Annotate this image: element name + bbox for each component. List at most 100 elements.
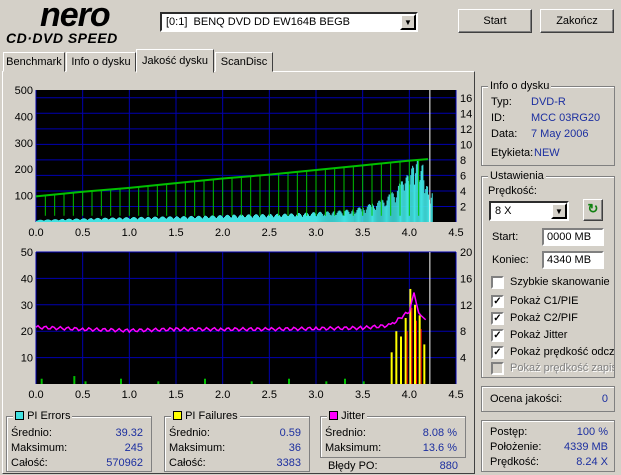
pi-error-bar [80, 219, 81, 222]
pi-error-bar [286, 214, 287, 222]
pi-error-bar [400, 181, 402, 222]
pi-error-bar [63, 219, 64, 222]
quick-scan-checkbox[interactable] [491, 276, 504, 289]
show-read-speed-checkbox[interactable]: ✓ [491, 346, 504, 359]
start-button[interactable]: Start [458, 9, 532, 33]
pi-error-bar [410, 175, 412, 222]
chevron-down-icon[interactable]: ▼ [551, 203, 567, 219]
pi-error-bar [99, 218, 100, 222]
disc-id: MCC 03RG20 [531, 112, 601, 124]
refresh-button[interactable]: ↻ [583, 199, 603, 221]
drive-select[interactable]: [0:1] BENQ DVD DD EW164B BEGB ▼ [160, 12, 418, 32]
pi-error-bar [123, 218, 124, 222]
tab-disc-quality[interactable]: Jakość dysku [136, 49, 214, 73]
pi-error-bar [252, 217, 253, 222]
y-left-tick-label: 100 [15, 191, 33, 203]
pi-error-bar [342, 215, 344, 222]
pi-error-bar [102, 218, 103, 222]
pi-error-bar [323, 214, 325, 222]
pi-error-bar [224, 217, 225, 222]
pi-error-bar [193, 217, 194, 222]
pi-error-bar [58, 220, 59, 222]
pi-error-bar [281, 216, 282, 222]
disc-date: 7 May 2006 [531, 128, 589, 140]
disc-id-label: ID: [491, 112, 506, 124]
progress-group: Postęp: 100 % Położenie: 4339 MB Prędkoś… [481, 420, 615, 472]
pi-error-bar [348, 211, 350, 222]
pi-failure-bar [390, 352, 393, 384]
pi-error-bar [425, 189, 427, 222]
x-tick-label: 2.0 [215, 227, 230, 239]
pi-error-bar [402, 184, 404, 222]
pi-error-bar [219, 215, 220, 222]
pi-error-bar [310, 215, 311, 222]
show-c2-checkbox[interactable]: ✓ [491, 312, 504, 325]
pi-error-bar [305, 212, 306, 222]
pi-error-bar [43, 220, 44, 222]
disc-info-title: Info o dysku [488, 80, 552, 92]
pi-failure-bar-peak [420, 329, 422, 384]
pi-errors-max: 245 [124, 442, 143, 454]
pi-error-bar [245, 217, 246, 222]
y-right-tick-label: 4 [460, 353, 466, 365]
settings-group: Ustawienia Prędkość: 8 X ▼ ↻ Start: 0000… [481, 170, 615, 378]
pi-error-bar [190, 216, 191, 222]
pi-error-bar [132, 217, 133, 222]
pi-error-bar [334, 214, 336, 222]
pi-error-bar [313, 212, 314, 222]
pi-error-bar [77, 218, 78, 222]
pi-error-bar [53, 219, 54, 222]
pi-error-bar [183, 216, 184, 222]
pi-error-bar [107, 218, 108, 222]
pi-error-bar [98, 217, 99, 222]
show-jitter-checkbox[interactable]: ✓ [491, 329, 504, 342]
pi-error-bar [336, 212, 338, 222]
pi-error-bar [282, 215, 283, 222]
y-left-tick-label: 300 [15, 138, 33, 150]
x-tick-label: 3.0 [308, 389, 323, 401]
pi-error-bar [42, 220, 43, 222]
pi-error-bar [244, 217, 245, 222]
pi-error-bar [357, 208, 359, 222]
tab-benchmark[interactable]: Benchmark [3, 52, 65, 72]
y-left-tick-label: 200 [15, 164, 33, 176]
end-input[interactable]: 4340 MB [542, 251, 604, 269]
pi-error-bar [293, 214, 294, 222]
pi-error-bar [263, 214, 264, 222]
pi-error-bar [168, 216, 169, 222]
pi-error-bar [129, 218, 130, 222]
pi-error-bar [203, 217, 204, 222]
pi-error-bar [273, 217, 274, 222]
pi-error-bar [277, 213, 278, 222]
x-tick-label: 4.0 [402, 389, 417, 401]
pi-error-bar [325, 211, 327, 222]
pi-error-bar [138, 218, 139, 222]
tab-disc-info[interactable]: Info o dysku [66, 52, 136, 72]
pi-error-bar [355, 212, 357, 222]
tab-scandisc[interactable]: ScanDisc [215, 52, 273, 72]
start-input[interactable]: 0000 MB [542, 228, 604, 246]
pi-error-bar [365, 209, 367, 222]
pi-errors-chart: 0.0 0.5 1.0 1.5 2.0 2.5 3.0 3.5 4.0 4.5 2 4 6 8 10 12 14… [15, 85, 473, 239]
pi-error-bar [121, 218, 122, 222]
show-jitter-label: Pokaż Jitter [510, 329, 568, 341]
speed-select[interactable]: 8 X ▼ [489, 201, 569, 221]
pi-error-bar [266, 217, 267, 222]
exit-button[interactable]: Zakończ [540, 9, 614, 33]
pi-error-bar [175, 216, 176, 222]
show-c1-checkbox[interactable]: ✓ [491, 295, 504, 308]
pi-error-bar [412, 165, 414, 222]
pi-error-bar [172, 217, 173, 222]
x-tick-label: 3.0 [308, 227, 323, 239]
chevron-down-icon[interactable]: ▼ [400, 14, 416, 30]
pi-error-bar [155, 216, 156, 222]
pi-failure-bar [400, 336, 402, 384]
pi-error-bar [415, 164, 417, 222]
pi-error-bar [78, 219, 79, 222]
pi-error-bar [49, 219, 50, 222]
y-left-tick-label: 400 [15, 111, 33, 123]
pi-error-bar [373, 205, 375, 222]
disc-type: DVD-R [531, 96, 566, 108]
pi-error-bar [227, 214, 228, 222]
pi-error-bar [280, 216, 281, 222]
